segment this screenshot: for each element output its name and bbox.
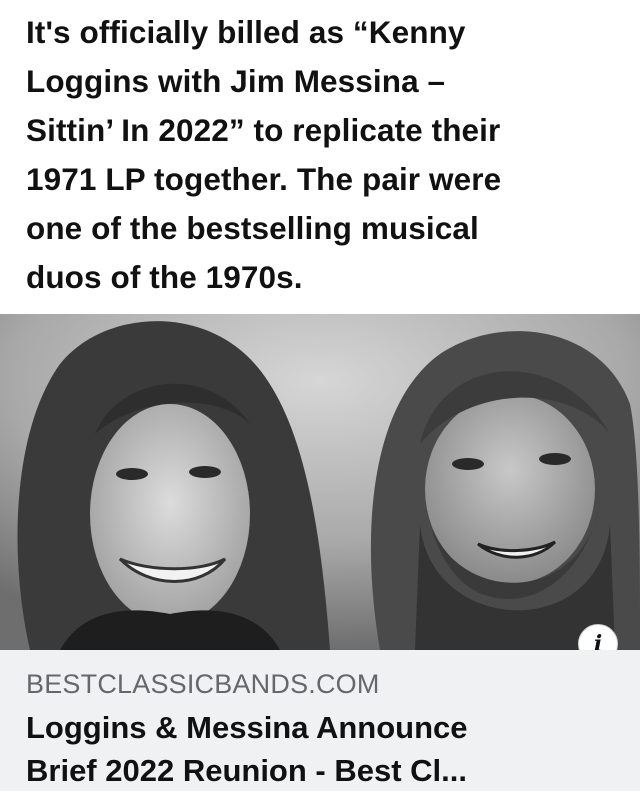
link-preview-photo[interactable] — [0, 314, 640, 650]
link-domain: BESTCLASSICBANDS.COM — [26, 669, 380, 699]
post-text-line: one of the bestselling musical — [26, 210, 479, 246]
link-title[interactable]: Loggins & Messina Announce Brief 2022 Re… — [26, 706, 616, 792]
post-text-line: duos of the 1970s. — [26, 259, 303, 295]
post-text-line: 1971 LP together. The pair were — [26, 161, 502, 197]
post-text-line: Loggins with Jim Messina – — [26, 63, 446, 99]
post-text: It's officially billed as “Kenny Loggins… — [26, 8, 626, 302]
link-preview-card[interactable]: i BESTCLASSICBANDS.COM Loggins & Messina… — [0, 314, 640, 791]
link-preview-footer[interactable]: BESTCLASSICBANDS.COM Loggins & Messina A… — [0, 650, 640, 791]
post-text-line: Sittin’ In 2022” to replicate their — [26, 112, 501, 148]
link-title-line: Loggins & Messina Announce — [26, 710, 468, 745]
link-title-line: Brief 2022 Reunion - Best Cl... — [26, 753, 467, 788]
post-text-line: It's officially billed as “Kenny — [26, 14, 466, 50]
